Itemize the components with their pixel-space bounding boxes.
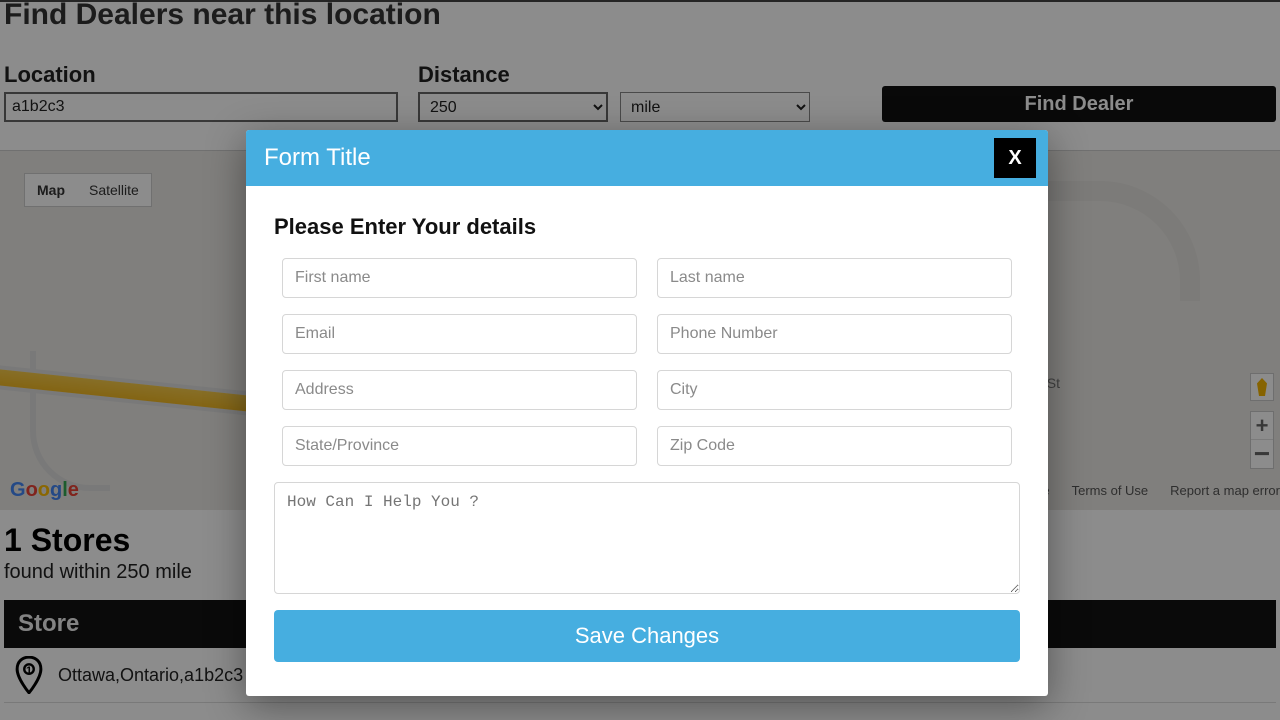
save-button[interactable]: Save Changes — [274, 610, 1020, 662]
modal-title: Form Title — [264, 144, 371, 171]
details-modal: Form Title X Please Enter Your details S… — [246, 130, 1048, 696]
address-field[interactable] — [282, 370, 637, 410]
modal-header: Form Title X — [246, 130, 1048, 186]
modal-subtitle: Please Enter Your details — [274, 214, 1020, 240]
close-button[interactable]: X — [994, 138, 1036, 178]
state-field[interactable] — [282, 426, 637, 466]
message-textarea[interactable] — [274, 482, 1020, 594]
city-field[interactable] — [657, 370, 1012, 410]
modal-body: Please Enter Your details Save Changes — [246, 186, 1048, 696]
last-name-field[interactable] — [657, 258, 1012, 298]
email-field[interactable] — [282, 314, 637, 354]
zip-field[interactable] — [657, 426, 1012, 466]
phone-field[interactable] — [657, 314, 1012, 354]
first-name-field[interactable] — [282, 258, 637, 298]
close-icon: X — [1008, 147, 1021, 170]
